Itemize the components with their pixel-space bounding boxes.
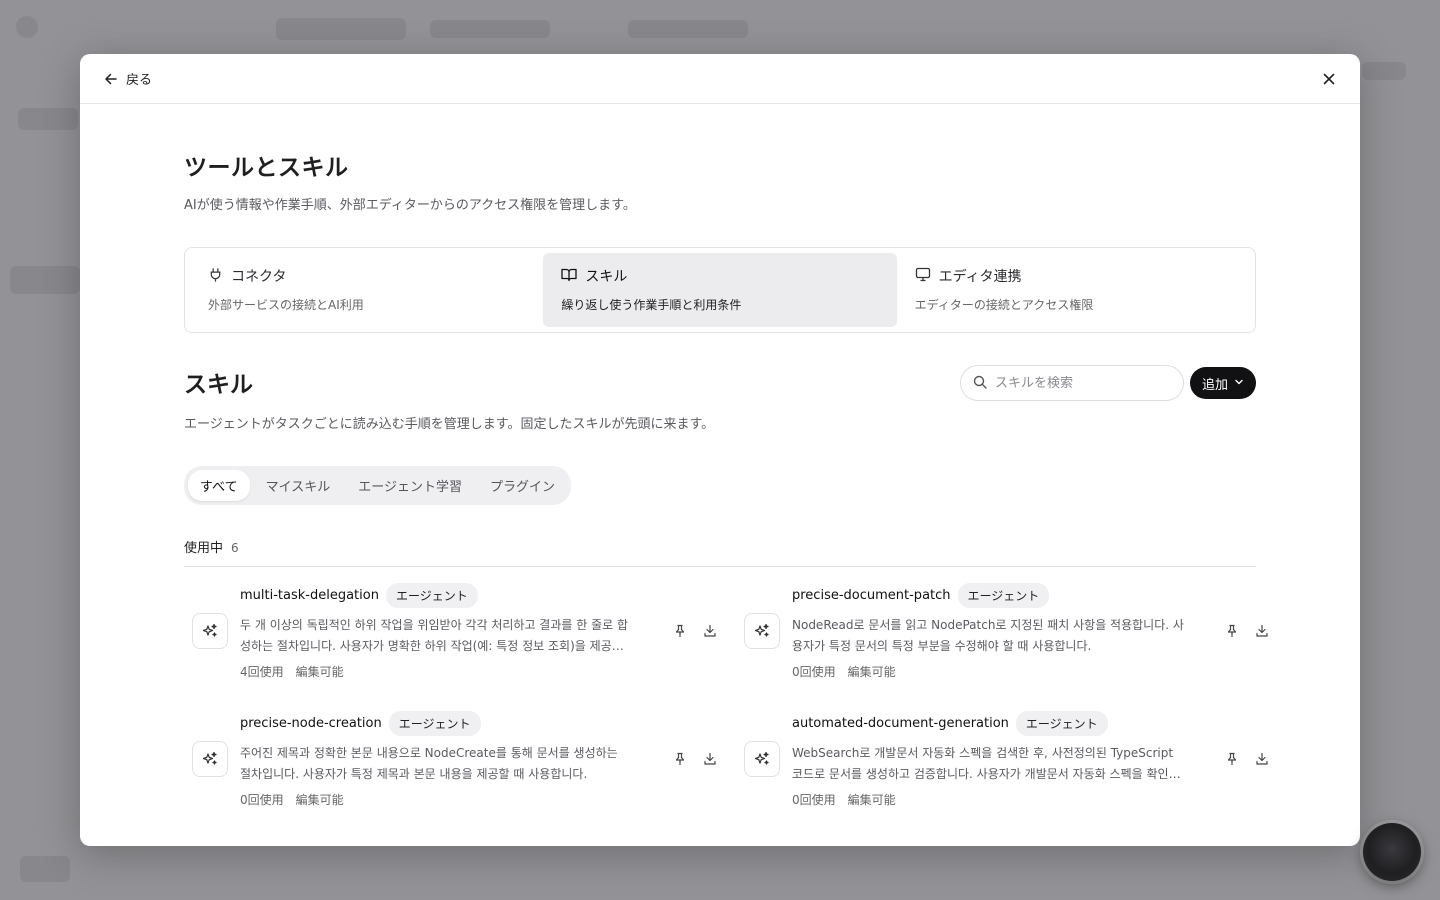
- skill-desc: 두 개 이상의 독립적인 하위 작업을 위임받아 각각 처리하고 결과를 한 줄…: [240, 617, 629, 653]
- pin-icon[interactable]: [670, 749, 690, 769]
- skill-editable: 編集可能: [295, 792, 344, 807]
- skill-name: automated-document-generation: [792, 715, 1009, 731]
- book-icon: [561, 267, 577, 286]
- group-in-use-header: 使用中 6: [184, 537, 1256, 567]
- section-desc: エージェントがタスクごとに読み込む手順を管理します。固定したスキルが先頭に来ます…: [184, 417, 715, 432]
- group-count: 6: [231, 541, 239, 555]
- skill-badge: エージェント: [1015, 710, 1108, 736]
- sparkle-icon: [192, 613, 228, 649]
- skill-name: precise-document-patch: [792, 587, 951, 603]
- search-box: [959, 365, 1184, 401]
- sparkle-icon: [192, 741, 228, 777]
- tab-editor-desc: エディターの接続とアクセス権限: [914, 298, 1094, 312]
- section-title: スキル: [184, 372, 253, 398]
- skill-editable: 編集可能: [847, 792, 896, 807]
- plug-icon: [208, 267, 223, 286]
- skill-card[interactable]: precise-document-patch エージェント NodeRead로 …: [736, 567, 1272, 695]
- group-label: 使用中: [184, 541, 224, 556]
- download-icon[interactable]: [700, 749, 720, 769]
- tab-skills-label: スキル: [585, 269, 628, 285]
- skill-card[interactable]: multi-task-delegation エージェント 두 개 이상의 독립적…: [184, 567, 720, 695]
- search-icon: [973, 374, 987, 393]
- close-icon: [1323, 73, 1335, 85]
- tools-skills-modal: 戻る ツールとスキル AIが使う情報や作業手順、外部エディターからのアクセス権限…: [80, 54, 1360, 846]
- skill-name: precise-node-creation: [240, 715, 382, 731]
- skill-badge: エージェント: [388, 710, 481, 736]
- filter-tab-all[interactable]: すべて: [188, 470, 250, 501]
- pin-icon[interactable]: [1222, 621, 1242, 641]
- download-icon[interactable]: [1252, 621, 1272, 641]
- close-button[interactable]: [1318, 68, 1340, 90]
- filter-tabs: すべて マイスキル エージェント学習 プラグイン: [184, 466, 571, 505]
- skill-usage: 0回使用: [240, 792, 284, 807]
- tab-connectors-label: コネクタ: [231, 269, 287, 285]
- back-label: 戻る: [126, 73, 153, 88]
- arrow-left-icon: [104, 72, 118, 86]
- tab-skills[interactable]: スキル 繰り返し使う作業手順と利用条件: [543, 253, 897, 327]
- pin-icon[interactable]: [1222, 749, 1242, 769]
- skill-badge: エージェント: [957, 582, 1050, 608]
- tab-connectors[interactable]: コネクタ 外部サービスの接続とAI利用: [190, 253, 543, 327]
- filter-tab-plugins[interactable]: プラグイン: [478, 470, 567, 501]
- tab-editor-integration[interactable]: エディタ連携 エディターの接続とアクセス権限: [897, 253, 1250, 327]
- assistant-fab[interactable]: [1363, 823, 1421, 881]
- skill-usage: 0回使用: [792, 792, 836, 807]
- search-input[interactable]: [994, 375, 1165, 391]
- filter-tab-agent-learning[interactable]: エージェント学習: [346, 470, 474, 501]
- tab-editor-label: エディタ連携: [938, 269, 1022, 285]
- modal-header: 戻る: [80, 54, 1360, 104]
- tab-skills-desc: 繰り返し使う作業手順と利用条件: [561, 298, 742, 312]
- skill-desc: NodeRead로 문서를 읽고 NodePatch로 지정된 패치 사항을 적…: [792, 617, 1184, 653]
- skills-grid: multi-task-delegation エージェント 두 개 이상의 독립적…: [184, 567, 1268, 823]
- chevron-down-icon: [1234, 376, 1244, 391]
- skills-section-header: スキル エージェントがタスクごとに読み込む手順を管理します。固定したスキルが先頭…: [184, 365, 1256, 432]
- download-icon[interactable]: [700, 621, 720, 641]
- category-tabs: コネクタ 外部サービスの接続とAI利用 スキル 繰り返し使う作業手順と利用条件: [184, 247, 1256, 333]
- sparkle-icon: [744, 613, 780, 649]
- skill-editable: 編集可能: [295, 664, 344, 679]
- skill-usage: 0回使用: [792, 664, 836, 679]
- page-subtitle: AIが使う情報や作業手順、外部エディターからのアクセス権限を管理します。: [184, 198, 636, 213]
- tab-connectors-desc: 外部サービスの接続とAI利用: [208, 298, 364, 312]
- page-title: ツールとスキル: [184, 155, 349, 181]
- skill-desc: 주어진 제목과 정확한 본문 내용으로 NodeCreate를 통해 문서를 생…: [240, 745, 618, 781]
- skill-desc: WebSearch로 개발문서 자동화 스펙을 검색한 후, 사전정의된 Typ…: [792, 745, 1181, 781]
- add-button[interactable]: 追加: [1189, 367, 1256, 399]
- monitor-icon: [915, 267, 931, 286]
- skill-editable: 編集可能: [847, 664, 896, 679]
- skill-card[interactable]: precise-node-creation エージェント 주어진 제목과 정확한…: [184, 695, 720, 823]
- add-label: 追加: [1201, 377, 1228, 393]
- skill-card[interactable]: automated-document-generation エージェント Web…: [736, 695, 1272, 823]
- back-button[interactable]: 戻る: [104, 69, 152, 88]
- skill-badge: エージェント: [385, 582, 478, 608]
- skill-name: multi-task-delegation: [240, 587, 379, 603]
- modal-content: ツールとスキル AIが使う情報や作業手順、外部エディターからのアクセス権限を管理…: [80, 148, 1360, 823]
- section-actions: 追加: [959, 365, 1256, 401]
- pin-icon[interactable]: [670, 621, 690, 641]
- sparkle-icon: [744, 741, 780, 777]
- skill-usage: 4回使用: [240, 664, 284, 679]
- download-icon[interactable]: [1252, 749, 1272, 769]
- filter-tab-my-skills[interactable]: マイスキル: [254, 470, 343, 501]
